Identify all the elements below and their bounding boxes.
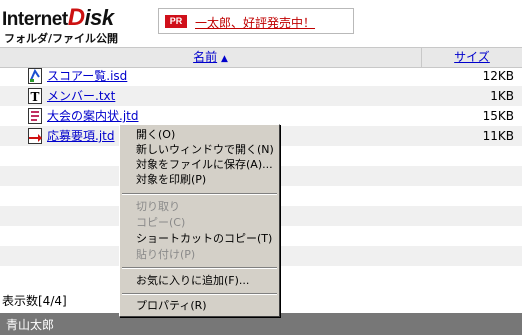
item-count-status: 表示数[4/4]: [2, 294, 67, 308]
file-size: 11KB: [482, 129, 514, 143]
menu-separator: [122, 267, 277, 269]
pr-banner[interactable]: PR 一太郎、好評発売中！: [158, 8, 354, 34]
size-column-header[interactable]: サイズ: [422, 48, 522, 67]
context-menu: 開く(O) 新しいウィンドウで開く(N) 対象をファイルに保存(A)... 対象…: [119, 124, 280, 317]
red-arrow-file-icon: [28, 128, 42, 144]
menu-copy-shortcut[interactable]: ショートカットのコピー(T): [136, 232, 272, 246]
logo-text: InternetDisk: [2, 4, 114, 31]
svg-text:T: T: [31, 90, 40, 104]
file-size: 15KB: [482, 109, 514, 123]
file-link[interactable]: 応募要項.jtd: [47, 128, 114, 144]
menu-separator: [122, 293, 277, 295]
menu-separator: [122, 193, 277, 195]
menu-print-target[interactable]: 対象を印刷(P): [136, 173, 206, 187]
menu-open[interactable]: 開く(O): [136, 128, 175, 142]
file-row[interactable]: スコアー覧.isd 12KB: [0, 66, 522, 86]
score-file-icon: [28, 68, 42, 84]
logo-subtitle: フォルダ/ファイル公開: [4, 32, 119, 45]
column-header: 名前 ▲ サイズ: [0, 47, 522, 68]
menu-properties[interactable]: プロパティ(R): [136, 299, 207, 313]
menu-open-new-window[interactable]: 新しいウィンドウで開く(N): [136, 143, 274, 157]
text-file-icon: T: [28, 88, 42, 104]
name-column-header[interactable]: 名前 ▲: [0, 48, 422, 67]
jtd-file-icon: [28, 108, 42, 124]
name-sort-link[interactable]: 名前: [193, 50, 217, 64]
file-link[interactable]: 大会の案内状.jtd: [47, 108, 138, 124]
file-row[interactable]: T メンバー.txt 1KB: [0, 86, 522, 106]
file-row[interactable]: 大会の案内状.jtd 15KB: [0, 106, 522, 126]
file-link[interactable]: メンバー.txt: [47, 88, 115, 104]
menu-save-target[interactable]: 対象をファイルに保存(A)...: [136, 158, 273, 172]
sort-ascending-icon: ▲: [220, 54, 228, 64]
file-size: 1KB: [490, 89, 514, 103]
menu-add-favorites[interactable]: お気に入りに追加(F)...: [136, 274, 249, 288]
menu-paste: 貼り付け(P): [136, 248, 196, 261]
pr-link[interactable]: 一太郎、好評発売中！: [195, 14, 315, 31]
file-size: 12KB: [482, 69, 514, 83]
header: InternetDisk フォルダ/ファイル公開 PR 一太郎、好評発売中！: [0, 0, 522, 46]
file-link[interactable]: スコアー覧.isd: [47, 68, 127, 84]
menu-copy: コピー(C): [136, 216, 186, 229]
size-sort-link[interactable]: サイズ: [454, 50, 490, 64]
pr-badge: PR: [165, 15, 187, 28]
menu-cut: 切り取り: [136, 200, 180, 213]
user-name: 青山太郎: [6, 318, 55, 332]
internet-disk-logo[interactable]: InternetDisk フォルダ/ファイル公開: [2, 2, 152, 45]
